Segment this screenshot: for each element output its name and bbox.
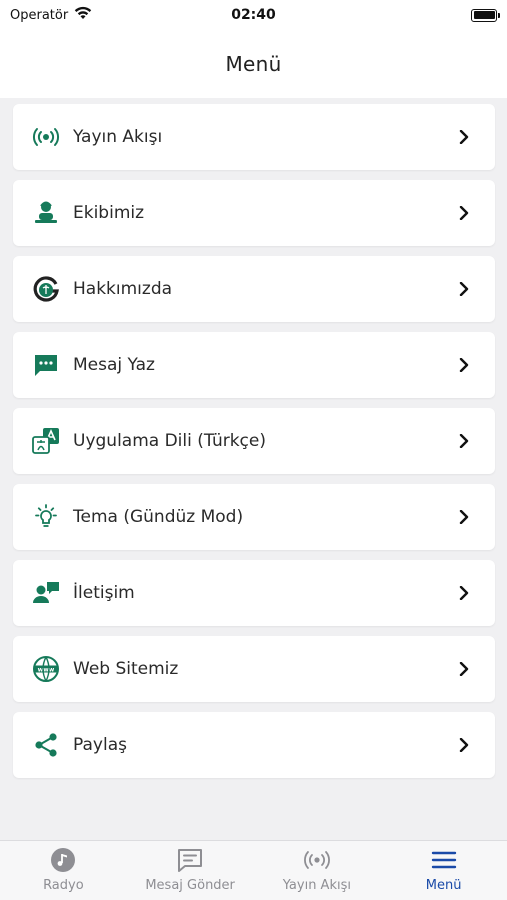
chevron-right-icon	[457, 662, 471, 676]
chevron-right-icon	[457, 586, 471, 600]
www-icon: www	[31, 654, 61, 684]
page-title: Menü	[225, 52, 282, 76]
team-icon	[31, 198, 61, 228]
contact-icon	[31, 578, 61, 608]
carrier-label: Operatör	[10, 7, 69, 23]
tab-label: Menü	[425, 878, 462, 893]
status-left: Operatör	[10, 6, 92, 24]
menu-item-yayin-akisi[interactable]: Yayın Akışı	[13, 104, 495, 170]
logo-icon	[31, 274, 61, 304]
tab-bar: Radyo Mesaj Gönder Yayın Akışı Menü	[0, 840, 507, 900]
tab-label: Radyo	[43, 878, 84, 893]
tab-yayin-akisi[interactable]: Yayın Akışı	[254, 841, 381, 900]
music-note-icon	[49, 848, 77, 872]
chevron-right-icon	[457, 358, 471, 372]
menu-item-mesaj-yaz[interactable]: Mesaj Yaz	[13, 332, 495, 398]
chevron-right-icon	[457, 510, 471, 524]
tab-mesaj-gonder[interactable]: Mesaj Gönder	[127, 841, 254, 900]
chevron-right-icon	[457, 130, 471, 144]
menu-item-paylas[interactable]: Paylaş	[13, 712, 495, 778]
menu-item-label: Web Sitemiz	[73, 659, 179, 679]
share-icon	[31, 730, 61, 760]
svg-text:www: www	[38, 666, 55, 673]
menu-item-hakkimizda[interactable]: Hakkımızda	[13, 256, 495, 322]
tab-menu[interactable]: Menü	[380, 841, 507, 900]
menu-item-label: Tema (Gündüz Mod)	[73, 507, 244, 527]
menu-item-label: Paylaş	[73, 735, 127, 755]
tab-label: Mesaj Gönder	[145, 878, 235, 893]
wifi-icon	[74, 6, 92, 24]
menu-item-uygulama-dili[interactable]: Uygulama Dili (Türkçe)	[13, 408, 495, 474]
broadcast-icon	[303, 848, 331, 872]
chevron-right-icon	[457, 434, 471, 448]
chevron-right-icon	[457, 206, 471, 220]
lightbulb-icon	[31, 502, 61, 532]
chevron-right-icon	[457, 738, 471, 752]
menu-list: Yayın Akışı Ekibimiz Hakkımızda Mesaj Ya…	[13, 104, 495, 778]
menu-item-label: Yayın Akışı	[73, 127, 163, 147]
chat-icon	[176, 848, 204, 872]
hamburger-icon	[430, 848, 458, 872]
tab-label: Yayın Akışı	[282, 878, 351, 893]
chevron-right-icon	[457, 282, 471, 296]
menu-item-label: Hakkımızda	[73, 279, 173, 299]
navigation-bar: Menü	[0, 30, 507, 98]
menu-item-label: Uygulama Dili (Türkçe)	[73, 431, 266, 451]
menu-item-iletisim[interactable]: İletişim	[13, 560, 495, 626]
battery-icon	[471, 8, 500, 22]
translate-icon	[31, 426, 61, 456]
tab-radyo[interactable]: Radyo	[0, 841, 127, 900]
menu-item-ekibimiz[interactable]: Ekibimiz	[13, 180, 495, 246]
menu-item-label: Mesaj Yaz	[73, 355, 155, 375]
menu-item-label: Ekibimiz	[73, 203, 145, 223]
broadcast-icon	[31, 122, 61, 152]
status-bar: Operatör 02:40	[0, 0, 507, 30]
message-icon	[31, 350, 61, 380]
menu-item-tema[interactable]: Tema (Gündüz Mod)	[13, 484, 495, 550]
menu-item-web-sitemiz[interactable]: www Web Sitemiz	[13, 636, 495, 702]
menu-item-label: İletişim	[73, 583, 135, 603]
